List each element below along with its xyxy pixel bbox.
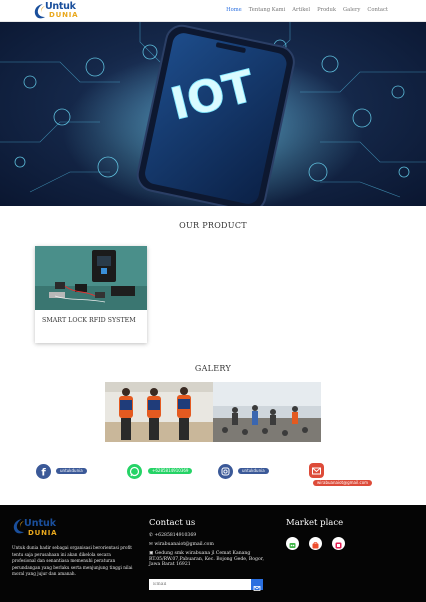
contact-email-text: wirabuanaiot@gmail.com bbox=[154, 542, 214, 547]
nav-tentang-kami[interactable]: Tentang Kami bbox=[249, 7, 286, 13]
send-icon bbox=[253, 586, 261, 591]
marketplace-shopee-icon[interactable] bbox=[309, 537, 322, 550]
nav-artikel[interactable]: Artikel bbox=[292, 7, 310, 13]
building-icon: ▣ bbox=[149, 551, 154, 556]
marketplace-tokopedia-icon[interactable] bbox=[286, 537, 299, 550]
whatsapp-label[interactable]: +6285814910369 bbox=[148, 468, 193, 474]
main-nav: Home Tentang Kami Artikel Produk Galery … bbox=[226, 7, 388, 13]
brand-name-line2: DUNIA bbox=[49, 11, 79, 19]
phone-icon: ✆ bbox=[149, 533, 153, 538]
brand-logo[interactable]: Untuk DUNIA bbox=[33, 1, 85, 20]
product-photo bbox=[35, 246, 147, 310]
mail-icon[interactable] bbox=[309, 463, 324, 478]
hero-carousel[interactable]: IOT bbox=[0, 22, 426, 206]
envelope-icon: ✉ bbox=[149, 542, 153, 547]
footer-brand-line1: Untuk bbox=[24, 518, 57, 529]
contact-address: ▣ Gedung smk wirabuana jl Cemat Kanang R… bbox=[149, 551, 275, 568]
marketplace-bukalapak-icon[interactable] bbox=[332, 537, 345, 550]
nav-contact[interactable]: Contact bbox=[367, 7, 388, 13]
nav-home[interactable]: Home bbox=[226, 7, 242, 13]
facebook-label[interactable]: untukdunia bbox=[56, 468, 87, 474]
instagram-label[interactable]: untukdunia bbox=[238, 468, 269, 474]
contact-phone: ✆ +6285814910369 bbox=[149, 533, 275, 539]
contact-heading: Contact us bbox=[149, 518, 196, 528]
product-caption: SMART LOCK RFID SYSTEM bbox=[42, 317, 136, 324]
product-section-title: OUR PRODUCT bbox=[179, 221, 247, 230]
footer: Untuk DUNIA Untuk dunia hadir sebagai or… bbox=[0, 505, 426, 602]
marketplace-heading: Market place bbox=[286, 518, 344, 528]
newsletter-send-button[interactable] bbox=[251, 579, 263, 591]
product-card[interactable]: SMART LOCK RFID SYSTEM bbox=[35, 246, 147, 343]
email-label[interactable]: wirabuanaiot@gmail.com bbox=[313, 480, 373, 486]
footer-about-text: Untuk dunia hadir sebagai organisasi ber… bbox=[12, 545, 133, 576]
nav-galery[interactable]: Galery bbox=[343, 7, 360, 13]
facebook-icon[interactable]: f bbox=[36, 464, 51, 479]
svg-text:f: f bbox=[41, 468, 46, 479]
navbar: Untuk DUNIA Home Tentang Kami Artikel Pr… bbox=[0, 0, 426, 22]
galery-image[interactable] bbox=[105, 382, 321, 442]
contact-phone-text: +6285814910369 bbox=[154, 533, 197, 538]
footer-logo: Untuk DUNIA bbox=[12, 517, 62, 537]
footer-brand-line2: DUNIA bbox=[28, 529, 57, 537]
nav-produk[interactable]: Produk bbox=[317, 7, 336, 13]
whatsapp-icon[interactable] bbox=[127, 464, 142, 479]
instagram-icon[interactable] bbox=[218, 464, 233, 479]
contact-email: ✉ wirabuanaiot@gmail.com bbox=[149, 542, 275, 548]
newsletter-email-input[interactable] bbox=[149, 579, 251, 590]
hero-iot-image: IOT bbox=[0, 22, 426, 206]
galery-section-title: GALERY bbox=[194, 364, 232, 373]
contact-address-text: Gedung smk wirabuana jl Cemat Kanang RT.… bbox=[149, 551, 264, 567]
